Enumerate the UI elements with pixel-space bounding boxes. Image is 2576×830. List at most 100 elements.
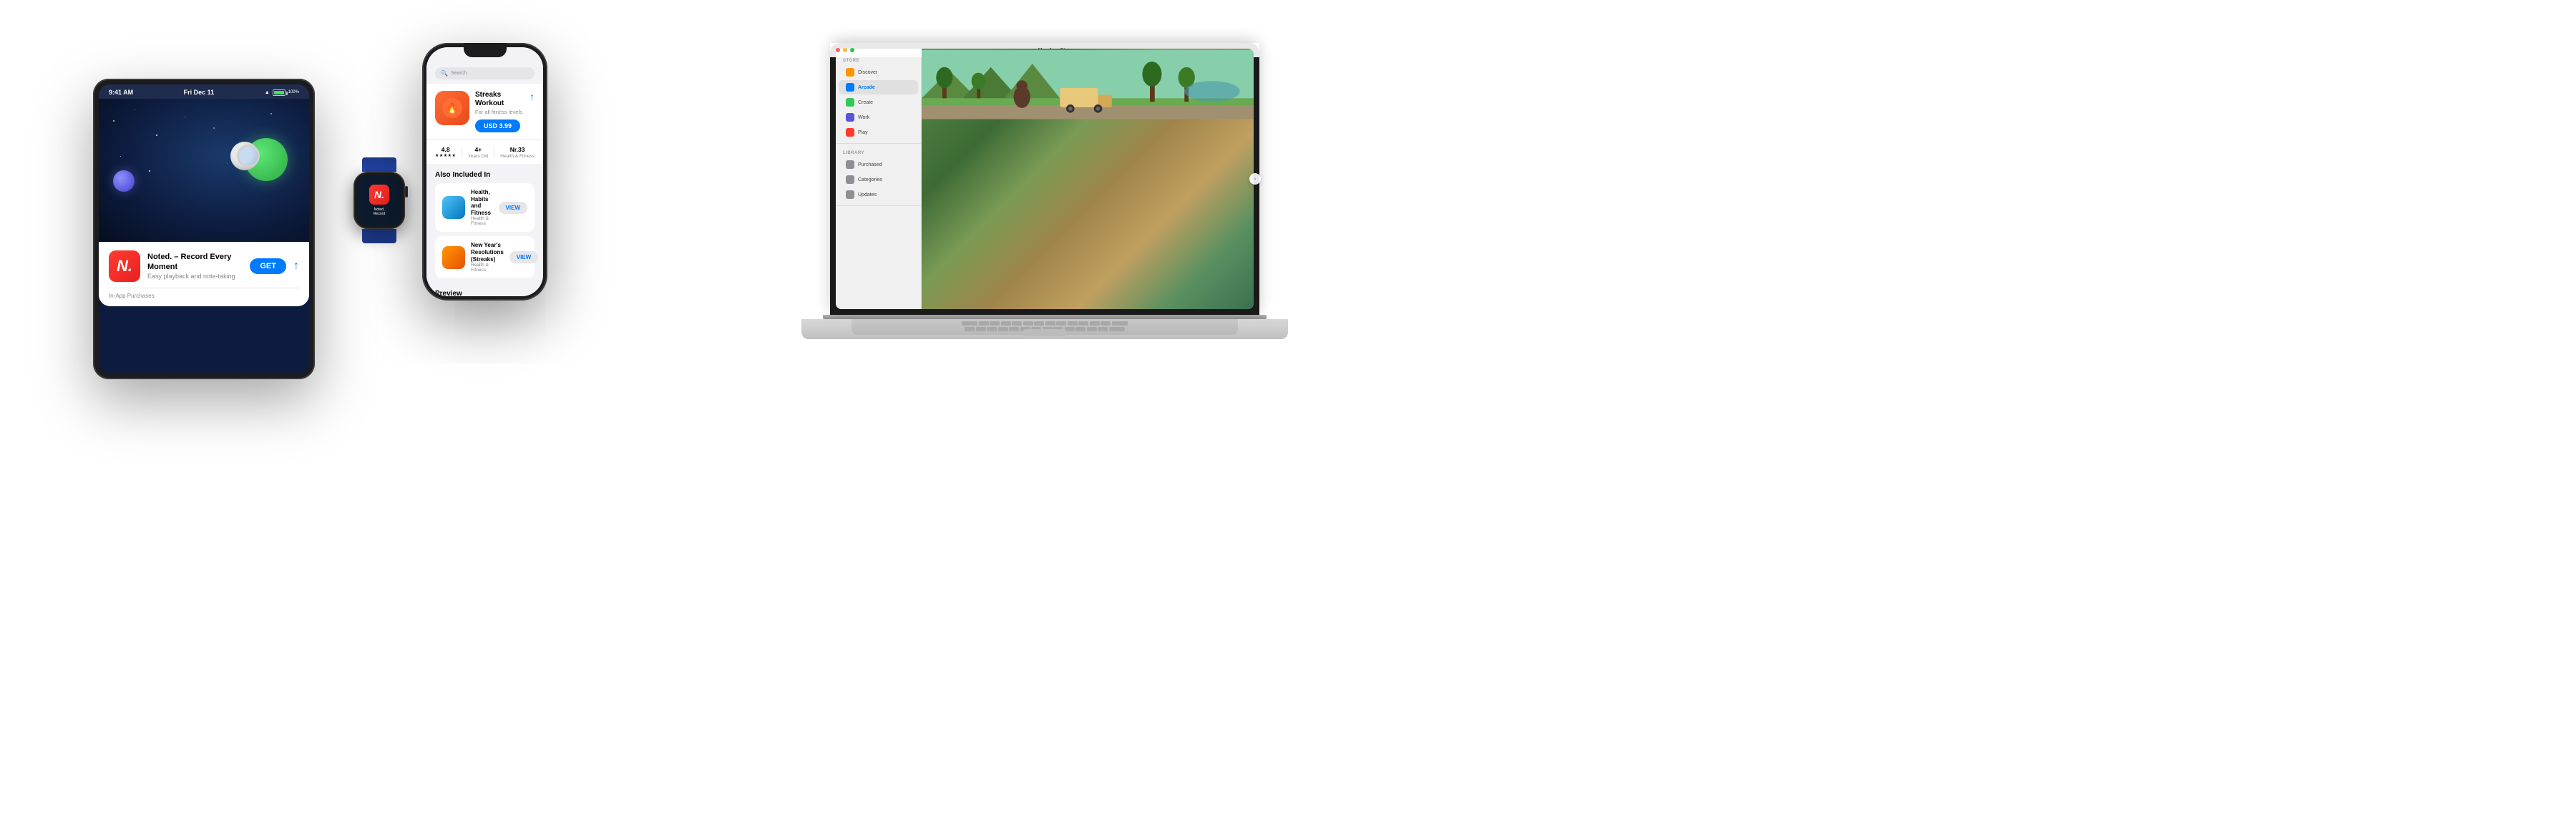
iphone-view-button-2[interactable]: VIEW: [509, 251, 538, 263]
key-3[interactable]: [998, 327, 1008, 331]
key-f3[interactable]: [1001, 321, 1011, 326]
purchased-icon: [846, 160, 854, 169]
macbook-base: [801, 319, 1288, 339]
ipad-status-icons: ▲ 100%: [265, 89, 299, 96]
key-f12[interactable]: [1101, 321, 1111, 326]
astronaut-body: [230, 142, 259, 170]
macbook-trackpad[interactable]: [1023, 329, 1066, 336]
iphone-bundle-sub-2: Health & Fitness: [471, 263, 504, 273]
star: [270, 113, 272, 114]
sidebar-categories-label: Categories: [858, 177, 882, 182]
streaks-icon: 🔥: [442, 98, 462, 118]
key-f6[interactable]: [1034, 321, 1044, 326]
key-f4[interactable]: [1012, 321, 1022, 326]
watch-crown: [405, 186, 408, 197]
iphone-category-label: Health & Fitness: [500, 154, 535, 159]
iphone-bundle-item-2: New Year's Resolutions (Streaks) Health …: [435, 236, 535, 278]
sidebar-arcade-label: Arcade: [858, 85, 875, 90]
key-4[interactable]: [1009, 327, 1019, 331]
game-banner-art: [922, 49, 1254, 120]
mas-main-content: Mac App Store: [922, 49, 1254, 309]
sidebar-item-discover[interactable]: Discover: [839, 65, 918, 79]
ipad-status-bar: 9:41 AM Fri Dec 11 ▲ 100%: [99, 84, 309, 99]
iphone-stars: ★★★★★: [435, 153, 456, 158]
search-icon: 🔍: [441, 70, 448, 77]
key-backtick[interactable]: [965, 327, 975, 331]
macbook-screen: Store Discover Arcade: [836, 49, 1254, 309]
sidebar-item-play[interactable]: Play: [839, 125, 918, 140]
ipad-app-subtitle: Easy playback and note-taking: [147, 273, 243, 280]
mas-sidebar-store-header: Store: [836, 57, 921, 64]
key-f9[interactable]: [1068, 321, 1078, 326]
key-minus[interactable]: [1087, 327, 1097, 331]
key-f10[interactable]: [1078, 321, 1088, 326]
iphone-screen: 🔍 Search 🔥 Streaks Workout: [426, 47, 543, 296]
iphone-notch: [464, 43, 507, 57]
iphone-bundle-text-2: New Year's Resolutions (Streaks) Health …: [471, 242, 504, 273]
mas-sidebar-store-section: Store Discover Arcade: [836, 54, 921, 144]
key-delete[interactable]: [1112, 321, 1128, 326]
sidebar-item-purchased[interactable]: Purchased: [839, 157, 918, 172]
sidebar-purchased-label: Purchased: [858, 162, 882, 167]
iphone-get-row: USD 3.99: [475, 119, 524, 132]
ipad-date: Fri Dec 11: [184, 89, 215, 96]
key-f7[interactable]: [1045, 321, 1055, 326]
key-f5[interactable]: [1023, 321, 1033, 326]
sidebar-item-work[interactable]: Work: [839, 110, 918, 125]
mas-sidebar-library-section: Library Purchased Categories: [836, 147, 921, 206]
astronaut: [227, 135, 266, 174]
mas-sidebar-library-header: Library: [836, 150, 921, 157]
updates-icon: [846, 190, 854, 199]
star: [156, 135, 157, 136]
iphone-search-bar[interactable]: 🔍 Search: [435, 67, 535, 79]
sidebar-item-categories[interactable]: Categories: [839, 172, 918, 187]
key-f2[interactable]: [990, 321, 1000, 326]
star: [113, 120, 114, 122]
macbook-screen-frame: Store Discover Arcade: [830, 43, 1259, 315]
mas-layout: Store Discover Arcade: [836, 49, 1254, 309]
key-2[interactable]: [987, 327, 997, 331]
ipad-get-button[interactable]: GET: [250, 258, 286, 274]
iphone-get-button[interactable]: USD 3.99: [475, 119, 520, 132]
star: [149, 170, 150, 172]
key-esc[interactable]: [962, 321, 977, 326]
iphone-bundle-name-1: Health, Habits and Fitness: [471, 189, 493, 216]
astronaut-helmet: [237, 145, 260, 167]
iphone-view-button-1[interactable]: VIEW: [499, 202, 527, 214]
ipad-space-background: [99, 99, 309, 242]
sidebar-create-label: Create: [858, 100, 873, 105]
iphone-share-icon[interactable]: ↑: [530, 91, 535, 102]
key-delete2[interactable]: [1109, 327, 1125, 331]
ipad-app-name: Noted. – Record Every Moment: [147, 253, 243, 271]
mas-sidebar: Store Discover Arcade: [836, 49, 922, 309]
ipad-device: 9:41 AM Fri Dec 11 ▲ 100%: [93, 79, 315, 379]
key-0[interactable]: [1075, 327, 1085, 331]
svg-text:🔥: 🔥: [446, 102, 458, 114]
wifi-icon: ▲: [265, 90, 270, 95]
watch-band-bottom: [362, 229, 396, 243]
key-equals[interactable]: [1098, 327, 1108, 331]
key-f11[interactable]: [1090, 321, 1100, 326]
apple-watch-device: N. Noted.Record: [343, 157, 415, 243]
sidebar-item-updates[interactable]: Updates: [839, 187, 918, 202]
iphone-frame: 🔍 Search 🔥 Streaks Workout: [422, 43, 547, 301]
sidebar-updates-label: Updates: [858, 192, 877, 197]
mas-game-banner: [922, 49, 1254, 309]
key-f8[interactable]: [1056, 321, 1066, 326]
watch-screen: N. Noted.Record: [357, 175, 401, 225]
key-1[interactable]: [976, 327, 986, 331]
sidebar-item-create[interactable]: Create: [839, 95, 918, 109]
macbook-screen-assembly: Store Discover Arcade: [830, 43, 1259, 315]
iphone-section-title: Also Included In: [435, 171, 535, 179]
iphone-app-details: Streaks Workout For all fitness levels U…: [475, 91, 524, 132]
sidebar-item-arcade[interactable]: Arcade: [839, 80, 918, 94]
ipad-screen: 9:41 AM Fri Dec 11 ▲ 100%: [99, 84, 309, 374]
star: [213, 127, 215, 129]
key-f1[interactable]: [979, 321, 989, 326]
arcade-icon: [846, 83, 854, 92]
sidebar-work-label: Work: [858, 115, 869, 120]
ipad-share-icon[interactable]: ↑: [293, 260, 299, 273]
iphone-bundle-icon-resolutions: [442, 246, 465, 269]
macbook-device: Store Discover Arcade: [801, 43, 1288, 394]
iphone-device: 🔍 Search 🔥 Streaks Workout: [422, 43, 547, 301]
